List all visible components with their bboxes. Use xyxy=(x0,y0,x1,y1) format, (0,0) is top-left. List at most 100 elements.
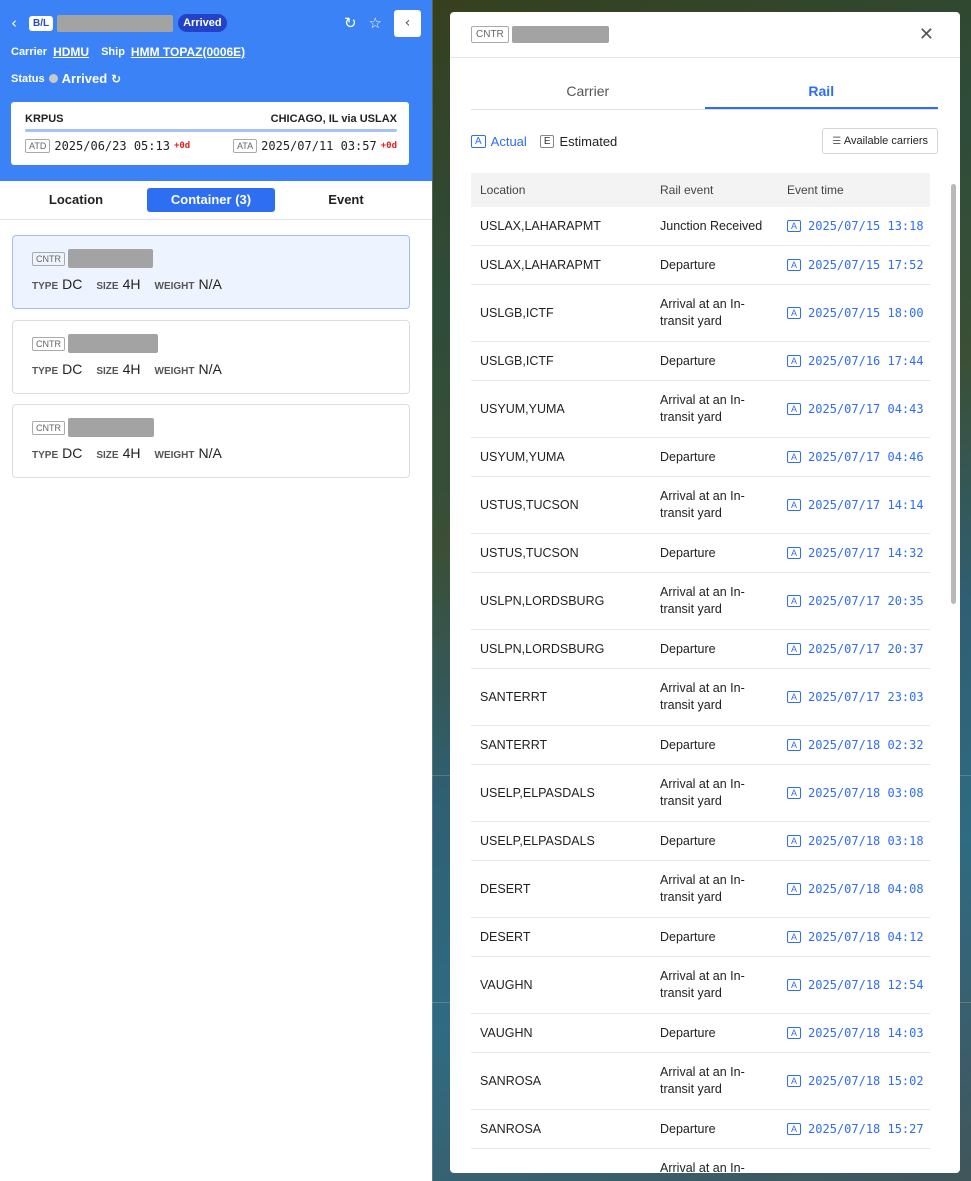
route-summary: KRPUS CHICAGO, IL via USLAX ATD 2025/06/… xyxy=(11,102,409,165)
table-row: DESERT Arrival at an In-transit yard A 2025… xyxy=(471,861,930,918)
table-row: USTUS,TUCSON Departure A 2025/07/17 14:32 xyxy=(471,534,930,573)
row-event-time: A 2025/07/18 15:27 xyxy=(778,1122,930,1136)
actual-tag: A xyxy=(787,1123,802,1135)
weight-label: WEIGHT xyxy=(154,281,195,292)
estimated-label: Estimated xyxy=(559,134,618,149)
table-row: USYUM,YUMA Arrival at an In-transit yard A… xyxy=(471,381,930,438)
collapse-panel-button[interactable]: ‹ xyxy=(394,9,421,37)
table-row: USELP,ELPASDALS Departure A 2025/07/18 03:1… xyxy=(471,822,930,861)
atd-value: 2025/06/23 05:13 xyxy=(54,139,170,153)
modal-tabs: Carrier Rail xyxy=(471,76,938,110)
container-card[interactable]: CNTR TYPE DC SIZE 4H WEIGHT N/A xyxy=(12,404,410,478)
row-location: USYUM,YUMA xyxy=(480,402,565,416)
ship-label: Ship xyxy=(101,46,125,58)
container-card[interactable]: CNTR TYPE DC SIZE 4H WEIGHT N/A xyxy=(12,320,410,394)
shipment-panel: ‹ B/L Arrived ↻ ☆ ‹ Carrier HDMU Ship HM… xyxy=(0,0,432,1181)
table-row: SANTERRT Arrival at an In-transit yard A 20… xyxy=(471,669,930,726)
table-row: USELP,ELPASDALS Arrival at an In-transit … xyxy=(471,765,930,822)
weight-label: WEIGHT xyxy=(154,366,195,377)
cntr-tag: CNTR xyxy=(32,336,65,351)
ata-value: 2025/07/11 03:57 xyxy=(261,139,377,153)
container-number-redacted xyxy=(68,334,158,353)
back-icon[interactable]: ‹ xyxy=(11,14,27,32)
size-value: 4H xyxy=(122,361,141,377)
event-time-value: 2025/07/18 03:18 xyxy=(808,834,924,848)
row-location: SANROSA xyxy=(480,1074,542,1088)
event-time-value: 2025/07/18 02:32 xyxy=(808,738,924,752)
route-atd: ATD 2025/06/23 05:13 +0d xyxy=(25,139,190,153)
tab-location[interactable]: Location xyxy=(12,188,140,212)
table-row: DESERT Departure A 2025/07/18 04:12 xyxy=(471,918,930,957)
event-time-value: 2025/07/17 04:46 xyxy=(808,450,924,464)
status-refresh-icon[interactable]: ↻ xyxy=(111,72,121,86)
tab-event[interactable]: Event xyxy=(282,188,410,212)
atd-delta: +0d xyxy=(173,141,191,151)
row-rail-event: Arrival at an In-transit yard xyxy=(660,585,745,616)
row-event-time: A 2025/07/17 23:03 xyxy=(778,690,930,704)
row-event-time: A 2025/07/16 17:44 xyxy=(778,354,930,368)
row-rail-event: Departure xyxy=(660,833,716,848)
actual-tag: A xyxy=(787,451,802,463)
row-event-time: A 2025/07/17 04:46 xyxy=(778,450,930,464)
event-time-value: 2025/07/18 12:54 xyxy=(808,978,924,992)
available-carriers-button[interactable]: ☰ Available carriers xyxy=(822,128,938,154)
event-time-value: 2025/07/17 14:14 xyxy=(808,498,924,512)
size-label: SIZE xyxy=(96,366,119,377)
modal-cntr-tag: CNTR xyxy=(471,26,509,43)
scrollbar[interactable] xyxy=(951,184,956,604)
ship-link[interactable]: HMM TOPAZ(0006E) xyxy=(131,45,245,59)
event-time-value: 2025/07/15 18:00 xyxy=(808,306,924,320)
modal-container-number-redacted xyxy=(511,26,609,43)
row-event-time: A 2025/07/17 14:32 xyxy=(778,546,930,560)
actual-tag: A xyxy=(787,835,802,847)
container-card[interactable]: CNTR TYPE DC SIZE 4H WEIGHT N/A xyxy=(12,235,410,309)
actual-tag: A xyxy=(787,595,802,607)
close-icon[interactable]: ✕ xyxy=(919,24,934,45)
tab-carrier[interactable]: Carrier xyxy=(471,76,705,109)
row-event-time: A 2025/07/17 14:14 xyxy=(778,498,930,512)
header-top-row: ‹ B/L Arrived ↻ ☆ ‹ xyxy=(11,9,421,37)
rail-events-table: Location Rail event Event time USLAX,LAH… xyxy=(471,173,930,1173)
table-row: SANTERRT Departure A 2025/07/18 02:32 xyxy=(471,726,930,765)
actual-tag: A xyxy=(787,691,802,703)
actual-tag: A xyxy=(787,220,802,232)
row-location: DESERT xyxy=(480,930,531,944)
table-row: USLPN,LORDSBURG Departure A 2025/07/17 20:3… xyxy=(471,630,930,669)
actual-tag: A xyxy=(787,307,802,319)
row-location: DESERT xyxy=(480,882,531,896)
route-origin: KRPUS xyxy=(25,113,64,125)
row-event-time: A 2025/07/18 02:32 xyxy=(778,738,930,752)
table-row: Arrival at an In- xyxy=(471,1149,930,1174)
row-event-time: A 2025/07/18 15:02 xyxy=(778,1074,930,1088)
ata-tag: ATA xyxy=(232,139,258,153)
event-time-value: 2025/07/18 15:02 xyxy=(808,1074,924,1088)
table-row: VAUGHN Arrival at an In-transit yard A 2025… xyxy=(471,957,930,1014)
row-location: USYUM,YUMA xyxy=(480,450,565,464)
carrier-link[interactable]: HDMU xyxy=(53,45,89,59)
row-location: USTUS,TUCSON xyxy=(480,546,579,560)
tab-rail[interactable]: Rail xyxy=(704,76,938,109)
container-number-redacted xyxy=(68,249,153,268)
type-label: TYPE xyxy=(32,281,59,292)
row-rail-event: Departure xyxy=(660,449,716,464)
table-row: SANROSA Arrival at an In-transit yard A 202… xyxy=(471,1053,930,1110)
row-location: SANTERRT xyxy=(480,738,548,752)
row-location: USLAX,LAHARAPMT xyxy=(480,219,601,233)
refresh-icon[interactable]: ↻ xyxy=(344,14,357,32)
row-rail-event: Departure xyxy=(660,545,716,560)
map-gridline xyxy=(432,0,433,1181)
star-icon[interactable]: ☆ xyxy=(369,14,382,32)
col-event-time: Event time xyxy=(787,183,844,197)
row-rail-event: Departure xyxy=(660,737,716,752)
left-tabs: Location Container (3) Event xyxy=(0,181,432,220)
container-number-redacted xyxy=(68,418,154,437)
route-destination: CHICAGO, IL via USLAX xyxy=(270,113,397,125)
table-row: USLGB,ICTF Arrival at an In-transit yard A… xyxy=(471,285,930,342)
weight-label: WEIGHT xyxy=(154,450,195,461)
table-row: VAUGHN Departure A 2025/07/18 14:03 xyxy=(471,1014,930,1053)
tab-container[interactable]: Container (3) xyxy=(147,188,275,212)
row-rail-event: Departure xyxy=(660,1025,716,1040)
row-rail-event: Arrival at an In-transit yard xyxy=(660,489,745,520)
list-icon: ☰ xyxy=(832,136,842,147)
actual-tag: A xyxy=(787,883,802,895)
